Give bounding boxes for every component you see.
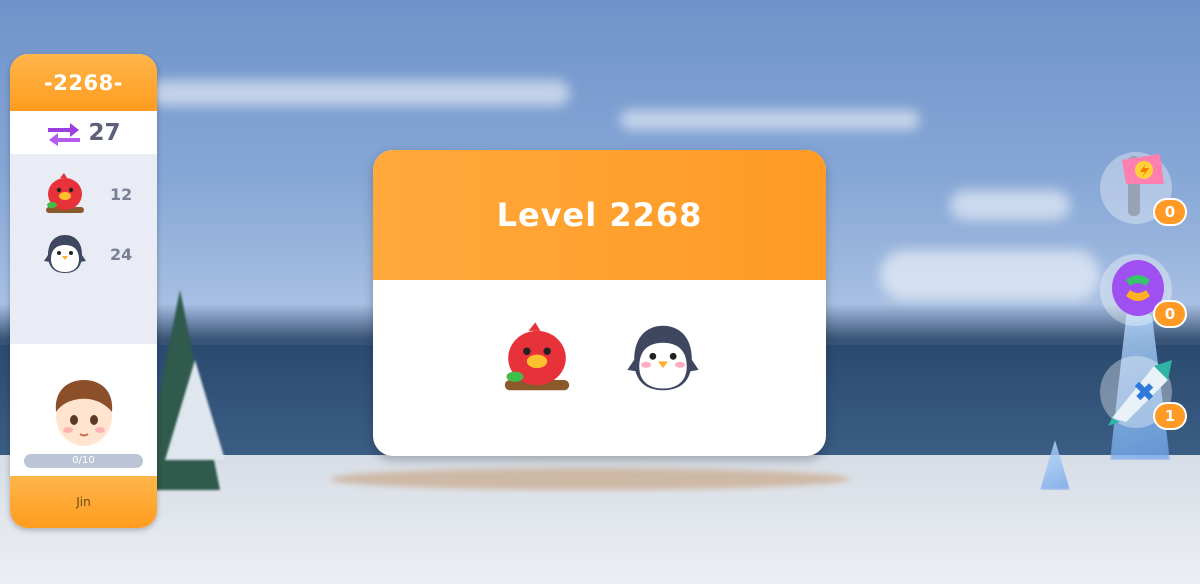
level-number: -2268-	[10, 54, 157, 111]
boy-avatar	[55, 380, 112, 446]
goal-count-penguin: 24	[110, 244, 133, 264]
player-card[interactable]: 0/10	[10, 344, 157, 476]
red-bird-icon	[504, 322, 569, 391]
axe-booster-count: 0	[1153, 198, 1187, 226]
level-title: Level 2268	[373, 150, 826, 280]
rocket-booster-count: 1	[1153, 402, 1187, 430]
moves-counter: 27	[10, 111, 157, 154]
level-dialog[interactable]: Level 2268	[373, 150, 826, 456]
goal-list: 12 24	[10, 154, 157, 344]
shuffle-booster-count: 0	[1153, 300, 1187, 328]
player-name: Jin	[10, 476, 157, 528]
level-targets	[373, 280, 826, 456]
goal-count-red-bird: 12	[110, 184, 133, 204]
goal-item-red-bird: 12	[10, 164, 157, 224]
level-panel: -2268- 27 12 24 0/10 Jin	[10, 54, 157, 528]
axe-booster-button[interactable]: 0	[1098, 148, 1187, 228]
goal-item-penguin: 24	[10, 224, 157, 284]
shuffle-booster-button[interactable]: 0	[1098, 250, 1187, 330]
player-progress-bar: 0/10	[24, 454, 143, 468]
swap-arrows-icon	[48, 122, 81, 146]
red-bird-icon	[46, 173, 84, 213]
rocket-booster-button[interactable]: 1	[1098, 352, 1187, 432]
penguin-icon	[626, 325, 699, 391]
moves-count: 27	[88, 119, 121, 146]
penguin-icon	[44, 235, 86, 273]
